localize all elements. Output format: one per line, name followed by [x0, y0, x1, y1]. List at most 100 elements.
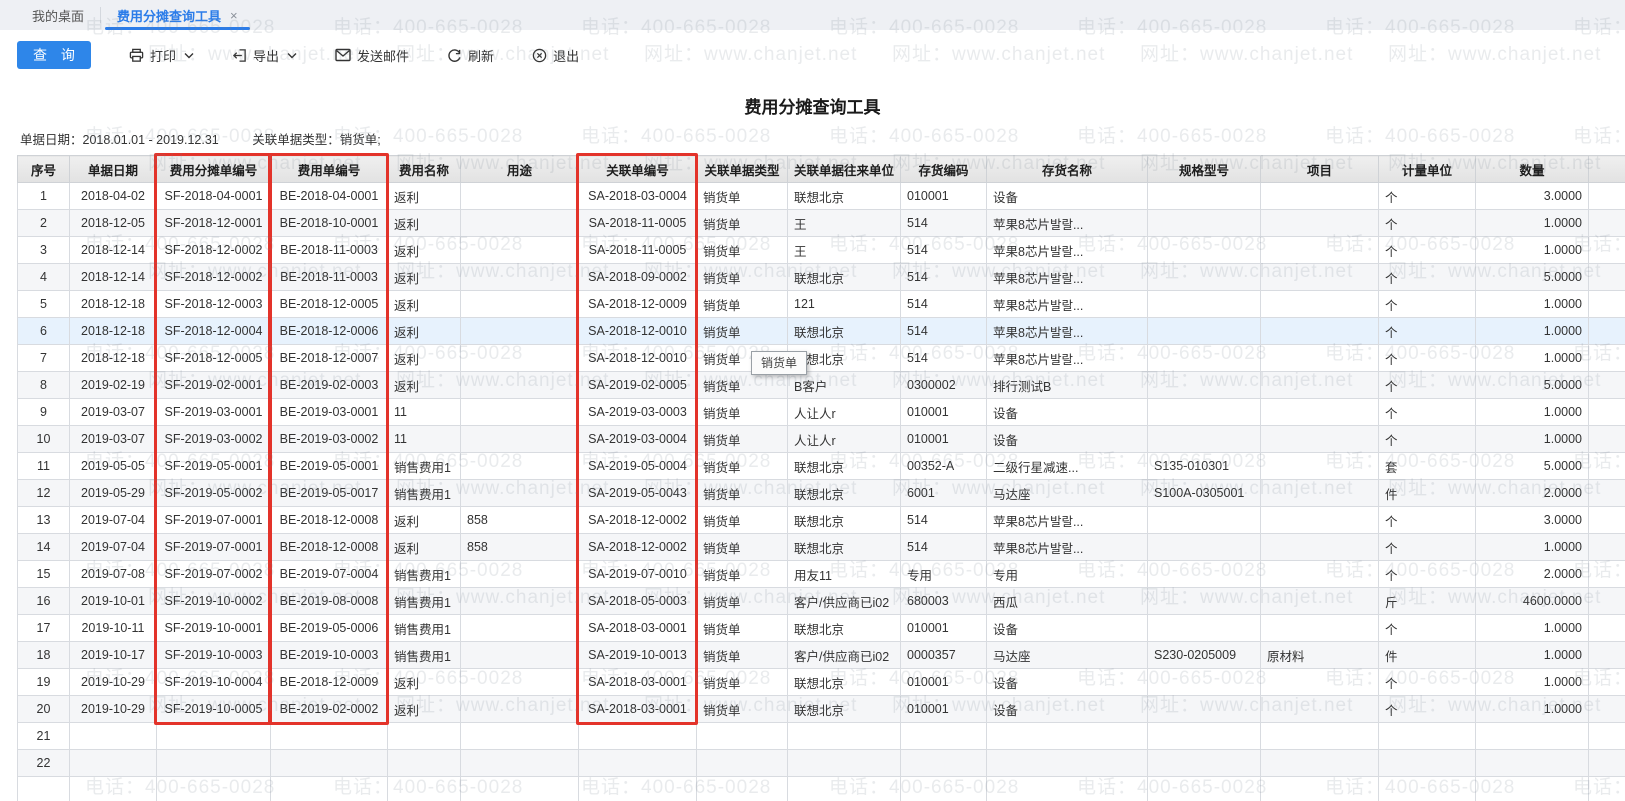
cell-expense-no[interactable]: BE-2019-02-0002 — [271, 696, 388, 723]
cell-expense-no[interactable]: BE-2019-05-0001 — [271, 453, 388, 480]
column-header-blank[interactable] — [1589, 156, 1625, 183]
export-button[interactable]: 导出 — [232, 46, 297, 65]
table-row[interactable]: 202019-10-29SF-2019-10-0005BE-2019-02-00… — [18, 696, 1625, 723]
table-row[interactable]: 102019-03-07SF-2019-03-0002BE-2019-03-00… — [18, 426, 1625, 453]
cell-expense-alloc-no[interactable]: SF-2019-10-0004 — [157, 669, 271, 696]
cell-related-no[interactable]: SA-2019-07-0010 — [579, 561, 697, 588]
column-header-related-partner[interactable]: 关联单据往来单位 — [788, 156, 901, 183]
cell-expense-no[interactable]: BE-2018-04-0001 — [271, 183, 388, 210]
cell-expense-alloc-no[interactable]: SF-2018-12-0004 — [157, 318, 271, 345]
table-row[interactable]: 172019-10-11SF-2019-10-0001BE-2019-05-00… — [18, 615, 1625, 642]
column-header-expense-alloc-no[interactable]: 费用分摊单编号 — [157, 156, 271, 183]
tab-my-desktop[interactable]: 我的桌面 — [18, 0, 98, 30]
table-row[interactable]: 112019-05-05SF-2019-05-0001BE-2019-05-00… — [18, 453, 1625, 480]
cell-expense-no[interactable]: BE-2018-12-0005 — [271, 291, 388, 318]
cell-related-no[interactable]: SA-2018-12-0010 — [579, 345, 697, 372]
column-header-seq[interactable]: 序号 — [18, 156, 70, 183]
cell-expense-alloc-no[interactable]: SF-2018-12-0002 — [157, 264, 271, 291]
cell-expense-no[interactable]: BE-2018-11-0003 — [271, 264, 388, 291]
table-row[interactable]: 122019-05-29SF-2019-05-0002BE-2019-05-00… — [18, 480, 1625, 507]
table-row[interactable]: 72018-12-18SF-2018-12-0005BE-2018-12-000… — [18, 345, 1625, 372]
cell-related-no[interactable]: SA-2018-03-0001 — [579, 669, 697, 696]
cell-related-no[interactable]: SA-2018-11-0005 — [579, 210, 697, 237]
cell-expense-no[interactable]: BE-2019-10-0003 — [271, 642, 388, 669]
table-row[interactable]: 182019-10-17SF-2019-10-0003BE-2019-10-00… — [18, 642, 1625, 669]
cell-related-no[interactable]: SA-2018-03-0001 — [579, 696, 697, 723]
cell-expense-alloc-no[interactable]: SF-2019-10-0001 — [157, 615, 271, 642]
cell-expense-alloc-no[interactable]: SF-2018-04-0001 — [157, 183, 271, 210]
cell-expense-no[interactable]: BE-2019-03-0001 — [271, 399, 388, 426]
table-row[interactable]: 62018-12-18SF-2018-12-0004BE-2018-12-000… — [18, 318, 1625, 345]
cell-expense-no[interactable]: BE-2019-05-0006 — [271, 615, 388, 642]
table-row[interactable]: 22 — [18, 750, 1625, 777]
cell-expense-alloc-no[interactable]: SF-2018-12-0003 — [157, 291, 271, 318]
cell-expense-alloc-no[interactable]: SF-2019-07-0001 — [157, 507, 271, 534]
table-row[interactable]: 12018-04-02SF-2018-04-0001BE-2018-04-000… — [18, 183, 1625, 210]
tab-expense-allocation-query[interactable]: 费用分摊查询工具 × — [103, 0, 252, 30]
table-row[interactable]: 82019-02-19SF-2019-02-0001BE-2019-02-000… — [18, 372, 1625, 399]
cell-expense-no[interactable]: BE-2018-12-0008 — [271, 507, 388, 534]
table-row[interactable]: 152019-07-08SF-2019-07-0002BE-2019-07-00… — [18, 561, 1625, 588]
cell-expense-no[interactable]: BE-2019-05-0017 — [271, 480, 388, 507]
table-row[interactable]: 21 — [18, 723, 1625, 750]
cell-expense-no[interactable]: BE-2018-12-0009 — [271, 669, 388, 696]
column-header-purpose[interactable]: 用途 — [461, 156, 579, 183]
cell-expense-alloc-no[interactable]: SF-2019-07-0001 — [157, 534, 271, 561]
cell-related-no[interactable]: SA-2018-05-0003 — [579, 588, 697, 615]
cell-expense-alloc-no[interactable]: SF-2018-12-0001 — [157, 210, 271, 237]
column-header-related-type[interactable]: 关联单据类型 — [697, 156, 788, 183]
cell-expense-no[interactable]: BE-2019-03-0002 — [271, 426, 388, 453]
column-header-project[interactable]: 项目 — [1261, 156, 1379, 183]
column-header-inventory-name[interactable]: 存货名称 — [987, 156, 1148, 183]
cell-expense-no[interactable]: BE-2019-08-0008 — [271, 588, 388, 615]
cell-related-no[interactable]: SA-2018-12-0009 — [579, 291, 697, 318]
table-row[interactable]: 132019-07-04SF-2019-07-0001BE-2018-12-00… — [18, 507, 1625, 534]
cell-expense-alloc-no[interactable]: SF-2019-10-0003 — [157, 642, 271, 669]
cell-related-no[interactable]: SA-2019-03-0003 — [579, 399, 697, 426]
table-row[interactable] — [18, 777, 1625, 801]
cell-expense-alloc-no[interactable]: SF-2019-10-0005 — [157, 696, 271, 723]
table-row[interactable]: 142019-07-04SF-2019-07-0001BE-2018-12-00… — [18, 534, 1625, 561]
send-email-button[interactable]: 发送邮件 — [335, 46, 409, 65]
cell-expense-alloc-no[interactable]: SF-2019-05-0002 — [157, 480, 271, 507]
table-row[interactable]: 192019-10-29SF-2019-10-0004BE-2018-12-00… — [18, 669, 1625, 696]
column-header-spec-model[interactable]: 规格型号 — [1148, 156, 1261, 183]
cell-related-no[interactable]: SA-2018-03-0001 — [579, 615, 697, 642]
column-header-expense-no[interactable]: 费用单编号 — [271, 156, 388, 183]
cell-related-no[interactable]: SA-2019-02-0005 — [579, 372, 697, 399]
column-header-quantity[interactable]: 数量 — [1476, 156, 1589, 183]
cell-expense-alloc-no[interactable]: SF-2019-03-0001 — [157, 399, 271, 426]
table-row[interactable]: 32018-12-14SF-2018-12-0002BE-2018-11-000… — [18, 237, 1625, 264]
table-row[interactable]: 22018-12-05SF-2018-12-0001BE-2018-10-000… — [18, 210, 1625, 237]
column-header-related-no[interactable]: 关联单编号 — [579, 156, 697, 183]
cell-related-no[interactable]: SA-2018-12-0002 — [579, 534, 697, 561]
cell-expense-no[interactable]: BE-2018-12-0007 — [271, 345, 388, 372]
cell-related-no[interactable]: SA-2018-12-0002 — [579, 507, 697, 534]
table-row[interactable]: 92019-03-07SF-2019-03-0001BE-2019-03-000… — [18, 399, 1625, 426]
column-header-inventory-code[interactable]: 存货编码 — [901, 156, 987, 183]
cell-expense-no[interactable]: BE-2018-12-0008 — [271, 534, 388, 561]
column-header-doc-date[interactable]: 单据日期 — [70, 156, 157, 183]
table-row[interactable]: 52018-12-18SF-2018-12-0003BE-2018-12-000… — [18, 291, 1625, 318]
cell-related-no[interactable]: SA-2019-05-0004 — [579, 453, 697, 480]
cell-expense-no[interactable]: BE-2019-02-0003 — [271, 372, 388, 399]
column-header-expense-name[interactable]: 费用名称 — [388, 156, 461, 183]
cell-related-no[interactable]: SA-2019-03-0004 — [579, 426, 697, 453]
cell-related-no[interactable]: SA-2018-03-0004 — [579, 183, 697, 210]
print-button[interactable]: 打印 — [129, 46, 194, 65]
cell-related-no[interactable]: SA-2018-09-0002 — [579, 264, 697, 291]
cell-expense-no[interactable]: BE-2018-11-0003 — [271, 237, 388, 264]
cell-expense-alloc-no[interactable]: SF-2019-02-0001 — [157, 372, 271, 399]
query-button[interactable]: 查 询 — [17, 41, 91, 69]
cell-expense-no[interactable]: BE-2018-12-0006 — [271, 318, 388, 345]
cell-expense-alloc-no[interactable]: SF-2019-03-0002 — [157, 426, 271, 453]
cell-related-no[interactable]: SA-2019-05-0043 — [579, 480, 697, 507]
cell-expense-alloc-no[interactable]: SF-2019-10-0002 — [157, 588, 271, 615]
cell-related-no[interactable]: SA-2018-12-0010 — [579, 318, 697, 345]
cell-expense-alloc-no[interactable]: SF-2018-12-0005 — [157, 345, 271, 372]
cell-expense-alloc-no[interactable]: SF-2019-07-0002 — [157, 561, 271, 588]
table-row[interactable]: 162019-10-01SF-2019-10-0002BE-2019-08-00… — [18, 588, 1625, 615]
refresh-button[interactable]: 刷新 — [447, 46, 494, 65]
tab-close-icon[interactable]: × — [230, 8, 238, 23]
column-header-unit[interactable]: 计量单位 — [1379, 156, 1476, 183]
